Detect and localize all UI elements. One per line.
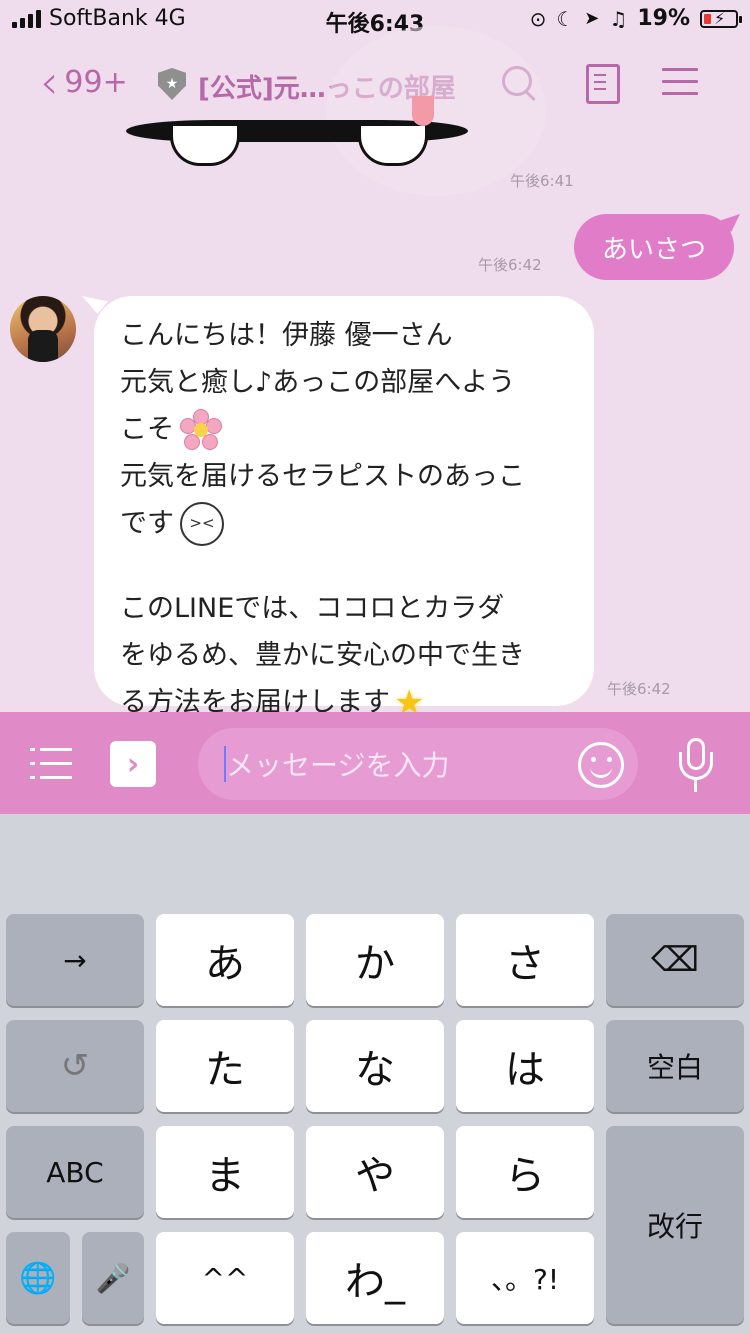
key-punctuation[interactable]: 、。?!	[456, 1232, 594, 1324]
key-a[interactable]: あ	[156, 914, 294, 1006]
sticker-paw-left	[170, 126, 240, 166]
microphone-icon[interactable]	[676, 738, 716, 794]
key-wa[interactable]: わ_	[306, 1232, 444, 1324]
message-line: です ><	[120, 500, 570, 547]
abc-key[interactable]: ABC	[6, 1126, 144, 1218]
back-button[interactable]: ‹ 99+	[40, 55, 128, 109]
space-key[interactable]: 空白	[606, 1020, 744, 1112]
notes-icon[interactable]	[584, 62, 628, 106]
input-bar: › メッセージを入力	[0, 712, 750, 814]
battery-icon: ⚡	[700, 9, 742, 28]
location-icon: ➤	[584, 8, 600, 29]
key-ta[interactable]: た	[156, 1020, 294, 1112]
laughing-face-emoji-icon: ><	[180, 501, 224, 546]
undo-key[interactable]: ↺	[6, 1020, 144, 1112]
status-right: ⊙ ☾ ➤ ♫ 19% ⚡	[529, 6, 742, 31]
arrow-right-key[interactable]: →	[6, 914, 144, 1006]
text-caret	[224, 746, 226, 782]
orientation-lock-icon: ⊙	[529, 6, 547, 31]
key-ka[interactable]: か	[306, 914, 444, 1006]
unread-count: 99+	[64, 64, 128, 100]
message-line: こんにちは！伊藤 優一さん	[120, 320, 453, 351]
message-line: 元気と癒し♪あっこの部屋へよう	[120, 367, 516, 398]
moon-icon: ☾	[556, 6, 575, 31]
sent-message-text: あいさつ	[601, 234, 706, 265]
sticker-message[interactable]	[126, 26, 546, 196]
chevron-left-icon: ‹	[40, 55, 59, 109]
sent-timestamp: 午後6:42	[478, 256, 542, 274]
globe-key[interactable]: 🌐	[6, 1232, 70, 1324]
delete-key[interactable]: ⌫	[606, 914, 744, 1006]
menu-icon[interactable]	[662, 62, 706, 106]
list-menu-icon[interactable]	[30, 746, 72, 782]
message-line: をゆるめ、豊かに安心の中で生き	[120, 640, 525, 671]
status-bar: SoftBank 4G 午後6:43 ⊙ ☾ ➤ ♫ 19% ⚡	[0, 0, 750, 40]
key-ha[interactable]: は	[456, 1020, 594, 1112]
received-message-bubble[interactable]: こんにちは！伊藤 優一さん 元気と癒し♪あっこの部屋へよう こそ 元気を届けるセ…	[94, 296, 594, 720]
expand-chevron-icon[interactable]: ›	[110, 741, 156, 787]
flower-emoji-icon	[180, 408, 222, 451]
key-ra[interactable]: ら	[456, 1126, 594, 1218]
key-ya[interactable]: や	[306, 1126, 444, 1218]
message-input[interactable]: メッセージを入力	[198, 728, 638, 800]
key-na[interactable]: な	[306, 1020, 444, 1112]
return-key[interactable]: 改行	[606, 1126, 744, 1324]
message-line: このLINEでは、ココロとカラダ	[120, 593, 505, 624]
headphones-icon: ♫	[609, 6, 628, 31]
emoji-smiley-icon[interactable]	[578, 742, 624, 788]
key-sa[interactable]: さ	[456, 914, 594, 1006]
key-emoticon[interactable]: ^^	[156, 1232, 294, 1324]
received-timestamp: 午後6:42	[607, 680, 671, 698]
keyboard: → あ か さ ⌫ ↺ た な は 空白 ABC ま や ら 改行 🌐 🎤 ^^…	[0, 814, 750, 1334]
sent-message-bubble[interactable]: あいさつ	[573, 214, 734, 280]
message-line: こそ	[120, 406, 570, 453]
battery-percent: 19%	[637, 6, 690, 31]
message-line: 元気を届けるセラピストのあっこ	[120, 461, 525, 492]
sticker-timestamp: 午後6:41	[510, 172, 574, 190]
message-input-placeholder: メッセージを入力	[226, 749, 450, 782]
sticker-mouth	[412, 96, 434, 126]
dictation-key[interactable]: 🎤	[82, 1232, 144, 1324]
avatar[interactable]	[10, 296, 76, 362]
key-ma[interactable]: ま	[156, 1126, 294, 1218]
